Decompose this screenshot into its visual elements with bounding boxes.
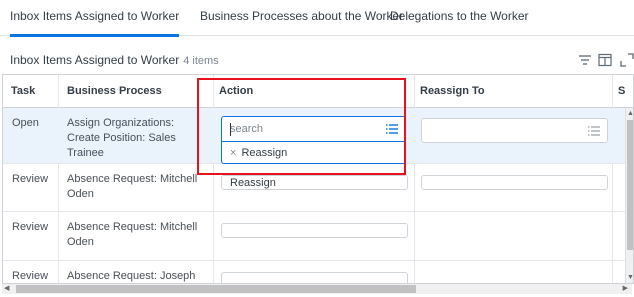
action-input[interactable]: [221, 223, 408, 238]
scrollbar-thumb[interactable]: [16, 285, 416, 293]
columns-icon[interactable]: [597, 52, 613, 68]
expand-icon[interactable]: [619, 52, 634, 68]
business-process-cell[interactable]: Absence Request: Mitchell Oden: [67, 172, 207, 202]
scroll-down-arrow-icon[interactable]: ▼: [627, 274, 633, 281]
business-process-cell[interactable]: Assign Organizations: Create Position: S…: [67, 116, 207, 161]
column-header-business-process[interactable]: Business Process: [59, 75, 170, 108]
tab-business-processes[interactable]: Business Processes about the Worker: [200, 9, 403, 23]
tab-inbox-items[interactable]: Inbox Items Assigned to Worker: [10, 9, 180, 37]
action-input[interactable]: [221, 272, 408, 283]
business-process-cell[interactable]: Absence Request: Joseph: [67, 269, 207, 283]
column-header-task[interactable]: Task: [3, 75, 44, 108]
column-header-reassign-to[interactable]: Reassign To: [412, 75, 493, 108]
scroll-right-arrow-icon[interactable]: ▶: [623, 284, 628, 292]
list-icon[interactable]: [587, 125, 601, 137]
horizontal-scrollbar[interactable]: ◀ ▶: [2, 284, 632, 294]
reassign-to-input[interactable]: [421, 118, 608, 143]
table-row[interactable]: Review Absence Request: Mitchell Oden: [3, 212, 633, 261]
table-row[interactable]: Review Absence Request: Joseph: [3, 261, 633, 283]
task-cell[interactable]: Review: [12, 220, 48, 235]
scroll-left-arrow-icon[interactable]: ◀: [4, 284, 9, 292]
action-input[interactable]: Reassign: [221, 175, 408, 190]
business-process-cell[interactable]: Absence Request: Mitchell Oden: [67, 220, 207, 250]
task-cell[interactable]: Review: [12, 269, 48, 283]
item-count: 4 items: [183, 55, 219, 67]
task-cell[interactable]: Review: [12, 172, 48, 187]
table-title: Inbox Items Assigned to Worker 4 items: [10, 53, 219, 67]
table-title-text: Inbox Items Assigned to Worker: [10, 53, 180, 67]
tab-bar: Inbox Items Assigned to Worker Business …: [0, 0, 634, 37]
task-cell[interactable]: Open: [12, 116, 39, 131]
reassign-to-input[interactable]: [421, 175, 608, 190]
vertical-scrollbar[interactable]: ▲ ▼: [625, 108, 633, 283]
scrollbar-thumb[interactable]: [627, 120, 633, 250]
tab-delegations[interactable]: Delegations to the Worker: [390, 9, 529, 23]
column-header-s[interactable]: S: [610, 75, 633, 108]
filter-icon[interactable]: [577, 52, 593, 68]
highlight-box: [197, 78, 406, 175]
scroll-up-arrow-icon[interactable]: ▲: [627, 110, 633, 117]
